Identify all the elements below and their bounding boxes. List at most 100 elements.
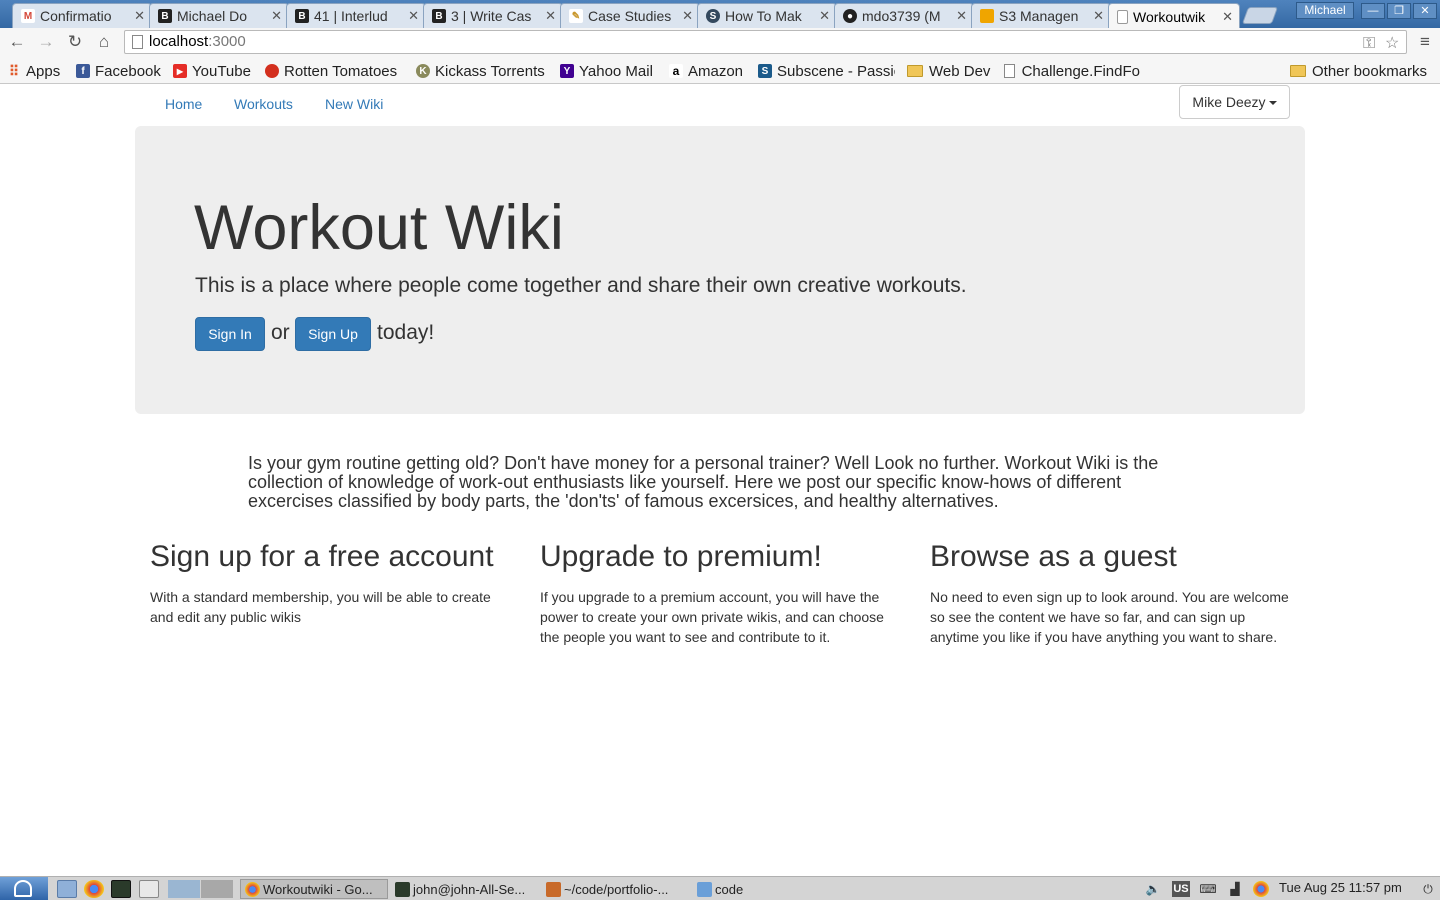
volume-icon[interactable]: 🔈 [1144, 881, 1162, 897]
tab-title: 3 | Write Cas [451, 8, 532, 24]
tab-title: Confirmatio [40, 8, 112, 24]
bookmark-label: Apps [26, 62, 61, 80]
close-icon[interactable]: ✕ [956, 8, 967, 24]
jumbotron: Workout Wiki This is a place where peopl… [135, 126, 1305, 414]
sign-in-button[interactable]: Sign In [195, 317, 265, 351]
browser-tab[interactable]: B 3 | Write Cas ✕ [423, 3, 563, 28]
bookmark-challenge[interactable]: Challenge.FindFo [1004, 61, 1140, 81]
address-bar[interactable]: localhost:3000 ⚿ ☆ [124, 30, 1407, 54]
profile-button[interactable]: Michael [1296, 2, 1354, 19]
subscene-icon: S [758, 64, 772, 78]
tab-title: S3 Managen [999, 8, 1079, 24]
window-icon[interactable] [139, 880, 159, 898]
page-icon [1117, 9, 1128, 24]
nav-home[interactable]: Home [165, 96, 202, 112]
power-icon[interactable]: ⏻ [1419, 881, 1437, 897]
caret-down-icon [1268, 101, 1277, 106]
feature-guest: Browse as a guest No need to even sign u… [930, 540, 1290, 647]
bookmark-label: Challenge.FindFo [1021, 62, 1140, 80]
bookmark-label: YouTube [192, 62, 251, 80]
task-folder[interactable]: code [693, 879, 803, 899]
close-icon[interactable]: ✕ [682, 8, 693, 24]
user-menu-label: Mike Deezy [1192, 94, 1266, 110]
network-icon[interactable]: ▟ [1226, 881, 1244, 897]
bookmark-label: Facebook [95, 62, 161, 80]
bookmark-youtube[interactable]: ▶ YouTube [173, 61, 251, 81]
forward-icon[interactable]: → [35, 31, 57, 53]
bookmark-folder-webdev[interactable]: Web Dev [907, 61, 990, 81]
bloc-icon: B [432, 9, 446, 23]
task-label: ~/code/portfolio-... [564, 881, 669, 897]
chrome-icon[interactable] [84, 880, 104, 898]
minimize-icon[interactable]: — [1361, 3, 1385, 19]
new-tab-button[interactable] [1241, 7, 1279, 24]
star-icon[interactable]: ☆ [1385, 33, 1399, 55]
task-terminal[interactable]: john@john-All-Se... [391, 879, 539, 899]
task-editor[interactable]: ~/code/portfolio-... [542, 879, 690, 899]
bookmark-label: Other bookmarks [1312, 62, 1428, 80]
menu-icon[interactable]: ≡ [1414, 31, 1436, 53]
task-chrome[interactable]: Workoutwiki - Go... [240, 879, 388, 899]
tomato-icon [265, 64, 279, 78]
nav-new-wiki[interactable]: New Wiki [325, 96, 383, 112]
keyboard-layout[interactable]: US [1172, 881, 1190, 897]
terminal-icon[interactable] [111, 880, 131, 898]
bloc-icon: B [158, 9, 172, 23]
workspace-2[interactable] [201, 880, 233, 898]
youtube-icon: ▶ [173, 64, 187, 78]
browser-tab[interactable]: ✎ Case Studies ✕ [560, 3, 700, 28]
browser-tab[interactable]: M Confirmatio ✕ [12, 3, 152, 28]
browser-tab[interactable]: S How To Mak ✕ [697, 3, 837, 28]
bookmark-kickass[interactable]: K Kickass Torrents [416, 61, 545, 81]
bookmark-rotten-tomatoes[interactable]: Rotten Tomatoes [265, 61, 397, 81]
browser-tab[interactable]: S3 Managen ✕ [971, 3, 1111, 28]
close-icon[interactable]: ✕ [1093, 8, 1104, 24]
close-icon[interactable]: ✕ [408, 8, 419, 24]
file-manager-icon[interactable] [57, 880, 77, 898]
github-icon: ● [843, 9, 857, 23]
close-icon[interactable]: ✕ [545, 8, 556, 24]
bookmark-facebook[interactable]: f Facebook [76, 61, 161, 81]
bookmark-apps[interactable]: ⠿ Apps [7, 61, 60, 81]
browser-tab-active[interactable]: Workoutwik ✕ [1108, 3, 1240, 29]
key-icon[interactable]: ⚿ [1363, 33, 1375, 55]
editor-icon [546, 881, 561, 897]
start-menu-button[interactable] [0, 877, 48, 900]
chrome-icon[interactable] [1253, 881, 1269, 897]
close-icon[interactable]: ✕ [134, 8, 145, 24]
browser-tab[interactable]: B 41 | Interlud ✕ [286, 3, 426, 28]
sign-up-button[interactable]: Sign Up [295, 317, 371, 351]
close-window-icon[interactable]: ✕ [1413, 3, 1437, 19]
folder-icon [1290, 65, 1306, 77]
bookmark-subscene[interactable]: S Subscene - Passic [758, 61, 895, 81]
close-icon[interactable]: ✕ [1222, 9, 1233, 25]
tab-strip: M Confirmatio ✕ B Michael Do ✕ B 41 | In… [0, 0, 1440, 29]
clock[interactable]: Tue Aug 25 11:57 pm [1279, 880, 1402, 895]
yahoo-icon: Y [560, 64, 574, 78]
tab-title: Case Studies [588, 8, 672, 24]
other-bookmarks[interactable]: Other bookmarks [1290, 61, 1427, 81]
reload-icon[interactable]: ↻ [64, 31, 86, 53]
bookmark-yahoo[interactable]: Y Yahoo Mail [560, 61, 653, 81]
aws-icon [980, 9, 994, 23]
user-menu-dropdown[interactable]: Mike Deezy [1179, 85, 1290, 119]
tab-title: 41 | Interlud [314, 8, 388, 24]
feature-heading: Browse as a guest [930, 540, 1177, 573]
intro-paragraph: Is your gym routine getting old? Don't h… [248, 453, 1159, 511]
nav-workouts[interactable]: Workouts [234, 96, 293, 112]
feature-premium: Upgrade to premium! If you upgrade to a … [540, 540, 900, 647]
restore-icon[interactable]: ❐ [1387, 3, 1411, 19]
workspace-1[interactable] [168, 880, 200, 898]
keyboard-icon[interactable]: ⌨ [1199, 881, 1217, 897]
browser-tab[interactable]: ● mdo3739 (M ✕ [834, 3, 974, 28]
page-icon [1004, 64, 1015, 78]
back-icon[interactable]: ← [6, 31, 28, 53]
tab-title: Michael Do [177, 8, 248, 24]
home-icon[interactable]: ⌂ [93, 31, 115, 53]
kat-icon: K [416, 64, 430, 78]
close-icon[interactable]: ✕ [819, 8, 830, 24]
close-icon[interactable]: ✕ [271, 8, 282, 24]
bookmark-amazon[interactable]: a Amazon [669, 61, 743, 81]
tab-title: How To Mak [725, 8, 802, 24]
browser-tab[interactable]: B Michael Do ✕ [149, 3, 289, 28]
